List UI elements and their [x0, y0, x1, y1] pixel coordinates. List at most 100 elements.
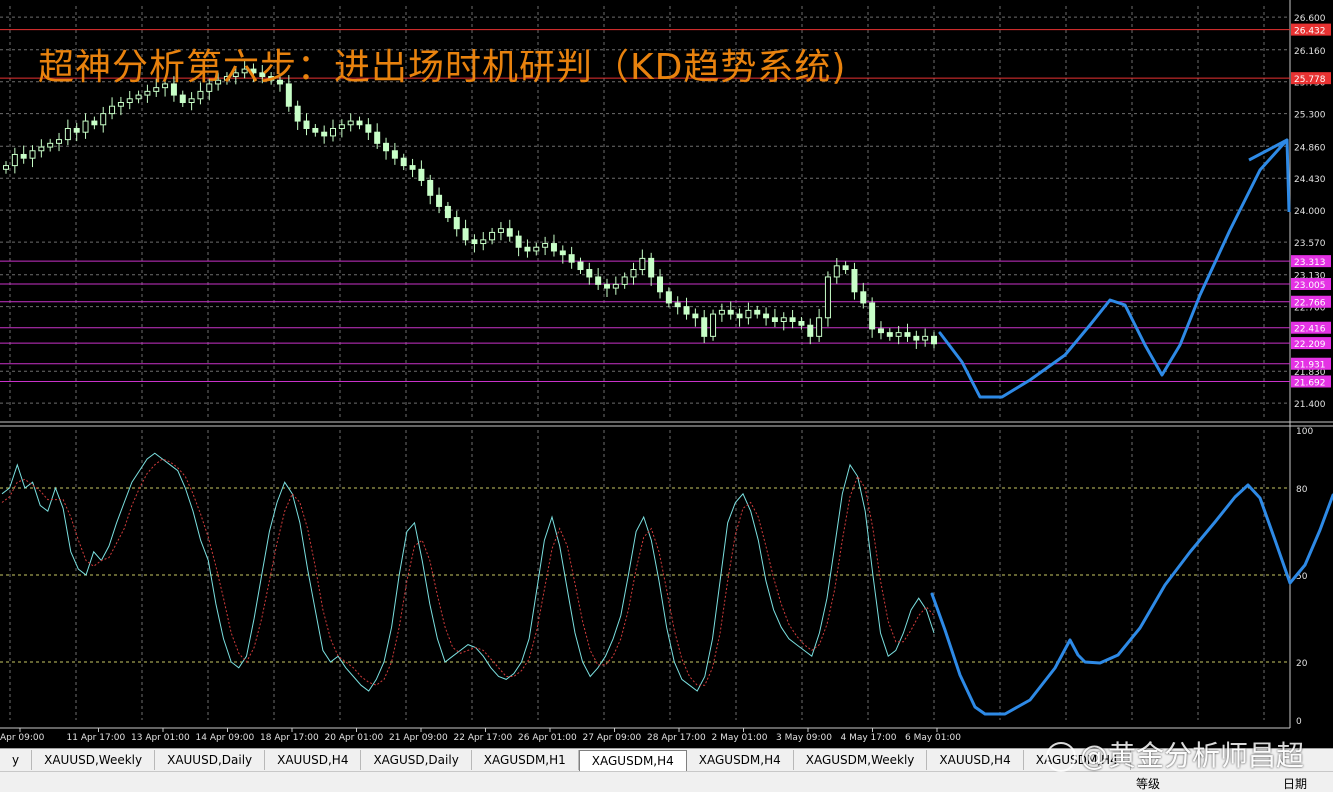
level-label: 22.209: [1294, 340, 1326, 350]
tab-2[interactable]: XAUUSD,Daily: [155, 750, 266, 770]
candle-body: [338, 124, 345, 129]
candle-body: [542, 243, 549, 248]
candle-body: [515, 235, 522, 248]
candle-body: [356, 120, 363, 126]
candle-body: [418, 168, 425, 181]
price-tick-label: 24.860: [1294, 143, 1326, 153]
chart-canvas: 26.60026.16025.73025.30024.86024.43024.0…: [0, 0, 1333, 748]
price-tick-label: 26.160: [1294, 47, 1326, 57]
candle-body: [595, 276, 602, 285]
chart-window: 26.60026.16025.73025.30024.86024.43024.0…: [0, 0, 1333, 791]
candle-body: [109, 105, 116, 115]
candle-body: [603, 283, 610, 289]
candle-body: [816, 317, 823, 337]
time-tick-label: 28 Apr 17:00: [647, 733, 706, 743]
candle-body: [639, 257, 646, 271]
tab-5[interactable]: XAGUSDM,H1: [472, 750, 579, 770]
candle-body: [436, 194, 443, 207]
price-tick-label: 25.300: [1294, 111, 1326, 121]
candle-body: [453, 217, 460, 230]
candle-body: [842, 265, 849, 271]
osc-tick-label: 100: [1296, 427, 1313, 437]
candle-body: [665, 291, 672, 304]
candle-body: [577, 261, 584, 271]
candle-body: [303, 120, 310, 129]
candle-body: [321, 131, 328, 137]
candle-body: [612, 283, 619, 289]
candle-body: [471, 239, 478, 245]
candle-body: [197, 90, 204, 100]
candle-body: [869, 302, 876, 330]
candle-body: [3, 165, 9, 170]
candle-body: [736, 313, 743, 319]
candle-body: [312, 127, 319, 133]
level-label: 23.313: [1294, 258, 1326, 268]
candle-body: [807, 324, 814, 337]
time-tick-label: 14 Apr 09:00: [196, 733, 255, 743]
candle-body: [789, 317, 796, 322]
candle-body: [657, 276, 664, 293]
price-tick-label: 24.000: [1294, 207, 1326, 217]
candle-body: [480, 239, 487, 245]
osc-tick-label: 80: [1296, 485, 1308, 495]
candle-body: [179, 94, 186, 104]
candle-body: [630, 269, 637, 278]
candle-body: [383, 142, 390, 152]
tab-0[interactable]: y: [0, 750, 33, 770]
candle-body: [294, 105, 301, 122]
tab-9[interactable]: XAUUSD,H4: [927, 750, 1024, 770]
tab-6[interactable]: XAGUSDM,H4: [578, 749, 687, 771]
candle-body: [851, 269, 858, 293]
chart-title: 超神分析第六步：进出场时机研判（KD趋势系统): [38, 47, 847, 88]
candle-body: [409, 165, 416, 170]
candle-body: [20, 153, 27, 159]
candle-body: [135, 94, 142, 100]
candle-body: [400, 157, 407, 167]
candle-body: [648, 257, 655, 278]
candle-body: [683, 306, 690, 315]
time-tick-label: 27 Apr 09:00: [583, 733, 642, 743]
candle-body: [754, 309, 761, 315]
status-bar: 等级 日期: [0, 771, 1333, 792]
status-left-label: 等级: [1136, 777, 1161, 791]
tab-3[interactable]: XAUUSD,H4: [265, 750, 362, 770]
candle-body: [188, 98, 195, 104]
candle-body: [533, 246, 540, 252]
tab-7[interactable]: XAGUSDM,H4: [687, 750, 794, 770]
candle-body: [506, 228, 513, 237]
red-level-label: 25.778: [1294, 75, 1326, 85]
red-level-label: 26.432: [1294, 27, 1326, 37]
osc-tick-label: 20: [1296, 659, 1308, 669]
time-tick-label: 3 May 09:00: [776, 733, 832, 743]
candle-body: [330, 127, 337, 137]
price-tick-label: 24.430: [1294, 175, 1326, 185]
candle-body: [73, 127, 80, 133]
candle-body: [374, 131, 381, 144]
time-tick-label: 11 Apr 17:00: [67, 733, 126, 743]
time-tick-label: 13 Apr 01:00: [131, 733, 190, 743]
candle-body: [780, 317, 787, 322]
candle-body: [524, 246, 531, 252]
tab-8[interactable]: XAGUSDM,Weekly: [794, 750, 928, 770]
time-tick-label: Apr 09:00: [0, 733, 45, 743]
candle-body: [860, 291, 867, 304]
candle-body: [347, 120, 354, 126]
candle-body: [701, 317, 708, 337]
candle-body: [771, 317, 778, 322]
candle-body: [692, 313, 699, 319]
candle-body: [913, 335, 920, 341]
watermark: @黄金分析师昌超: [1046, 734, 1304, 774]
tab-4[interactable]: XAGUSD,Daily: [361, 750, 472, 770]
candle-body: [444, 205, 451, 219]
candle-body: [824, 276, 831, 319]
candle-body: [763, 313, 770, 319]
price-projection-tail: [1285, 139, 1291, 213]
candle-body: [586, 269, 593, 278]
candle-body: [144, 90, 151, 96]
candle-body: [727, 309, 734, 315]
time-tick-label: 22 Apr 17:00: [454, 733, 513, 743]
candle-body: [568, 254, 575, 263]
tab-1[interactable]: XAUUSD,Weekly: [32, 750, 156, 770]
candle-body: [718, 309, 725, 315]
candle-body: [674, 302, 681, 308]
